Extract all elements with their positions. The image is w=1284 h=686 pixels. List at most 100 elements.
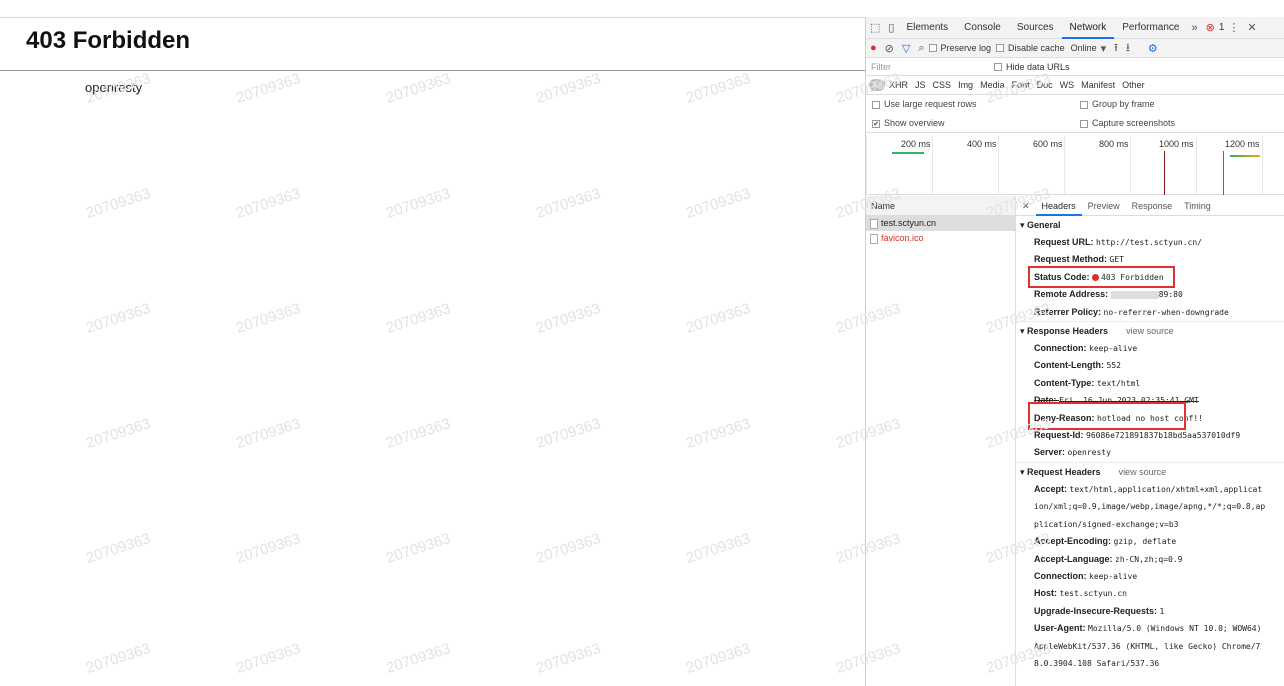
view-source-link[interactable]: view source bbox=[1119, 467, 1167, 477]
network-toolbar: ● ⊘ ▽ ⌕ Preserve log Disable cache Onlin… bbox=[866, 39, 1284, 58]
response-headers-title: Response Headers bbox=[1027, 326, 1109, 337]
name-column-header[interactable]: Name bbox=[866, 196, 1015, 216]
header-row: Content-Type: text/html bbox=[1016, 375, 1284, 392]
inspect-icon[interactable]: ⬚ bbox=[870, 21, 880, 34]
header-value: test.sctyun.cn bbox=[1059, 589, 1127, 599]
general-section-header[interactable]: ▾ General bbox=[1016, 216, 1284, 234]
close-icon[interactable]: ✕ bbox=[1247, 21, 1256, 34]
preserve-log-label: Preserve log bbox=[940, 43, 992, 53]
header-value: Fri, 16 Jun 2023 02:35:41 GMT bbox=[1059, 396, 1199, 406]
header-key: Accept-Encoding: bbox=[1034, 536, 1112, 547]
export-icon[interactable]: ⭳ bbox=[1126, 39, 1130, 58]
type-all[interactable]: All bbox=[869, 79, 886, 91]
menu-icon[interactable]: ⋮ bbox=[1228, 21, 1239, 34]
preserve-log-checkbox[interactable] bbox=[928, 44, 937, 52]
devtools-tabbar: ⬚ ▯ Elements Console Sources Network Per… bbox=[866, 17, 1284, 39]
type-other[interactable]: Other bbox=[1119, 79, 1148, 91]
tab-sources[interactable]: Sources bbox=[1009, 17, 1062, 39]
tick-label: 600 ms bbox=[1033, 139, 1063, 149]
show-overview-checkbox[interactable]: ✔ bbox=[872, 119, 880, 128]
error-icon[interactable]: ⊗ bbox=[1206, 21, 1215, 34]
remote-address-key: Remote Address: bbox=[1034, 289, 1109, 300]
status-error-icon bbox=[1092, 273, 1100, 281]
page-content: 403 Forbidden openresty bbox=[0, 0, 865, 686]
tick-label: 200 ms bbox=[901, 139, 931, 149]
horizontal-rule bbox=[0, 70, 865, 71]
capture-screenshots-checkbox[interactable] bbox=[1080, 119, 1088, 128]
filter-row: Filter Hide data URLs bbox=[866, 58, 1284, 76]
type-doc[interactable]: Doc bbox=[1034, 79, 1056, 91]
header-row: Request-Id: 96086e721891837b18bd5aa53701… bbox=[1016, 427, 1284, 444]
type-manifest[interactable]: Manifest bbox=[1078, 79, 1118, 91]
large-rows-checkbox[interactable] bbox=[872, 100, 880, 109]
remote-address-value: 89:80 bbox=[1158, 290, 1183, 300]
detail-tabbar: ✕ Headers Preview Response Timing bbox=[1016, 196, 1284, 216]
tab-console[interactable]: Console bbox=[956, 17, 1009, 39]
type-js[interactable]: JS bbox=[912, 79, 929, 91]
request-method-value: GET bbox=[1109, 255, 1124, 265]
tab-performance[interactable]: Performance bbox=[1114, 17, 1187, 39]
status-code-value: 403 Forbidden bbox=[1101, 272, 1164, 282]
tab-headers[interactable]: Headers bbox=[1035, 196, 1082, 216]
group-by-frame-checkbox[interactable] bbox=[1080, 100, 1088, 109]
tick-label: 800 ms bbox=[1099, 139, 1129, 149]
document-icon bbox=[870, 233, 878, 244]
request-list: Name test.sctyun.cn favicon.ico bbox=[866, 196, 1016, 686]
request-headers-title: Request Headers bbox=[1027, 466, 1101, 477]
more-tabs-button[interactable]: » bbox=[1191, 22, 1197, 34]
request-url-row: Request URL: http://test.sctyun.cn/ bbox=[1016, 234, 1284, 251]
disable-cache-checkbox[interactable] bbox=[996, 44, 1005, 52]
server-name: openresty bbox=[85, 80, 143, 95]
type-media[interactable]: Media bbox=[977, 79, 1008, 91]
header-row: Host: test.sctyun.cn bbox=[1016, 585, 1284, 602]
header-key: Host: bbox=[1034, 588, 1057, 599]
clear-icon[interactable]: ⊘ bbox=[885, 42, 894, 55]
status-code-row: Status Code: 403 Forbidden bbox=[1016, 269, 1284, 286]
disable-cache-label: Disable cache bbox=[1008, 43, 1065, 53]
request-headers-section-header[interactable]: ▾ Request Headers view source bbox=[1016, 461, 1284, 481]
record-icon[interactable]: ● bbox=[870, 42, 877, 54]
tab-preview[interactable]: Preview bbox=[1082, 196, 1126, 216]
throttle-select[interactable]: Online bbox=[1071, 43, 1097, 53]
type-xhr[interactable]: XHR bbox=[886, 79, 911, 91]
header-row: Upgrade-Insecure-Requests: 1 bbox=[1016, 603, 1284, 620]
group-by-frame-label: Group by frame bbox=[1092, 99, 1155, 109]
tab-response[interactable]: Response bbox=[1126, 196, 1179, 216]
request-row[interactable]: favicon.ico bbox=[866, 231, 1015, 246]
response-headers-section-header[interactable]: ▾ Response Headers view source bbox=[1016, 321, 1284, 340]
type-css[interactable]: CSS bbox=[930, 79, 955, 91]
header-row: Accept-Language: zh-CN,zh;q=0.9 bbox=[1016, 551, 1284, 568]
chevron-down-icon[interactable]: ▾ bbox=[1101, 42, 1107, 55]
request-row[interactable]: test.sctyun.cn bbox=[866, 216, 1015, 231]
header-value: hotload no host conf!! bbox=[1097, 413, 1203, 423]
device-toolbar-icon[interactable]: ▯ bbox=[888, 21, 894, 34]
hide-data-urls-label: Hide data URLs bbox=[1006, 61, 1070, 72]
timeline-overview[interactable]: 200 ms 400 ms 600 ms 800 ms 1000 ms 1200… bbox=[866, 135, 1284, 195]
type-ws[interactable]: WS bbox=[1057, 79, 1078, 91]
filter-icon[interactable]: ▽ bbox=[902, 42, 910, 55]
header-value: 1 bbox=[1159, 606, 1165, 616]
header-key: Accept-Language: bbox=[1034, 553, 1113, 564]
tab-elements[interactable]: Elements bbox=[898, 17, 956, 39]
request-detail: ✕ Headers Preview Response Timing ▾ Gene… bbox=[1016, 196, 1284, 686]
request-url-key: Request URL: bbox=[1034, 237, 1094, 247]
filter-input[interactable]: Filter bbox=[866, 62, 994, 72]
type-img[interactable]: Img bbox=[955, 79, 976, 91]
view-source-link[interactable]: view source bbox=[1126, 326, 1174, 336]
show-overview-label: Show overview bbox=[884, 118, 945, 128]
tab-timing[interactable]: Timing bbox=[1178, 196, 1217, 216]
import-icon[interactable]: ⭱ bbox=[1114, 39, 1118, 58]
header-key: Connection: bbox=[1034, 570, 1087, 581]
type-font[interactable]: Font bbox=[1009, 79, 1033, 91]
tab-network[interactable]: Network bbox=[1061, 17, 1115, 39]
user-agent-row: User-Agent: Mozilla/5.0 (Windows NT 10.0… bbox=[1016, 620, 1266, 672]
search-icon[interactable]: ⌕ bbox=[918, 42, 924, 55]
close-detail-icon[interactable]: ✕ bbox=[1016, 196, 1036, 216]
timeline-bar bbox=[892, 152, 924, 154]
header-value: gzip, deflate bbox=[1113, 537, 1177, 547]
request-name: test.sctyun.cn bbox=[881, 218, 937, 228]
header-row: Connection: keep-alive bbox=[1016, 340, 1284, 357]
header-value: 96086e721891837b18bd5aa537010df9 bbox=[1086, 431, 1241, 441]
hide-data-urls-checkbox[interactable] bbox=[994, 62, 1002, 71]
settings-gear-icon[interactable]: ⚙ bbox=[1148, 42, 1158, 55]
